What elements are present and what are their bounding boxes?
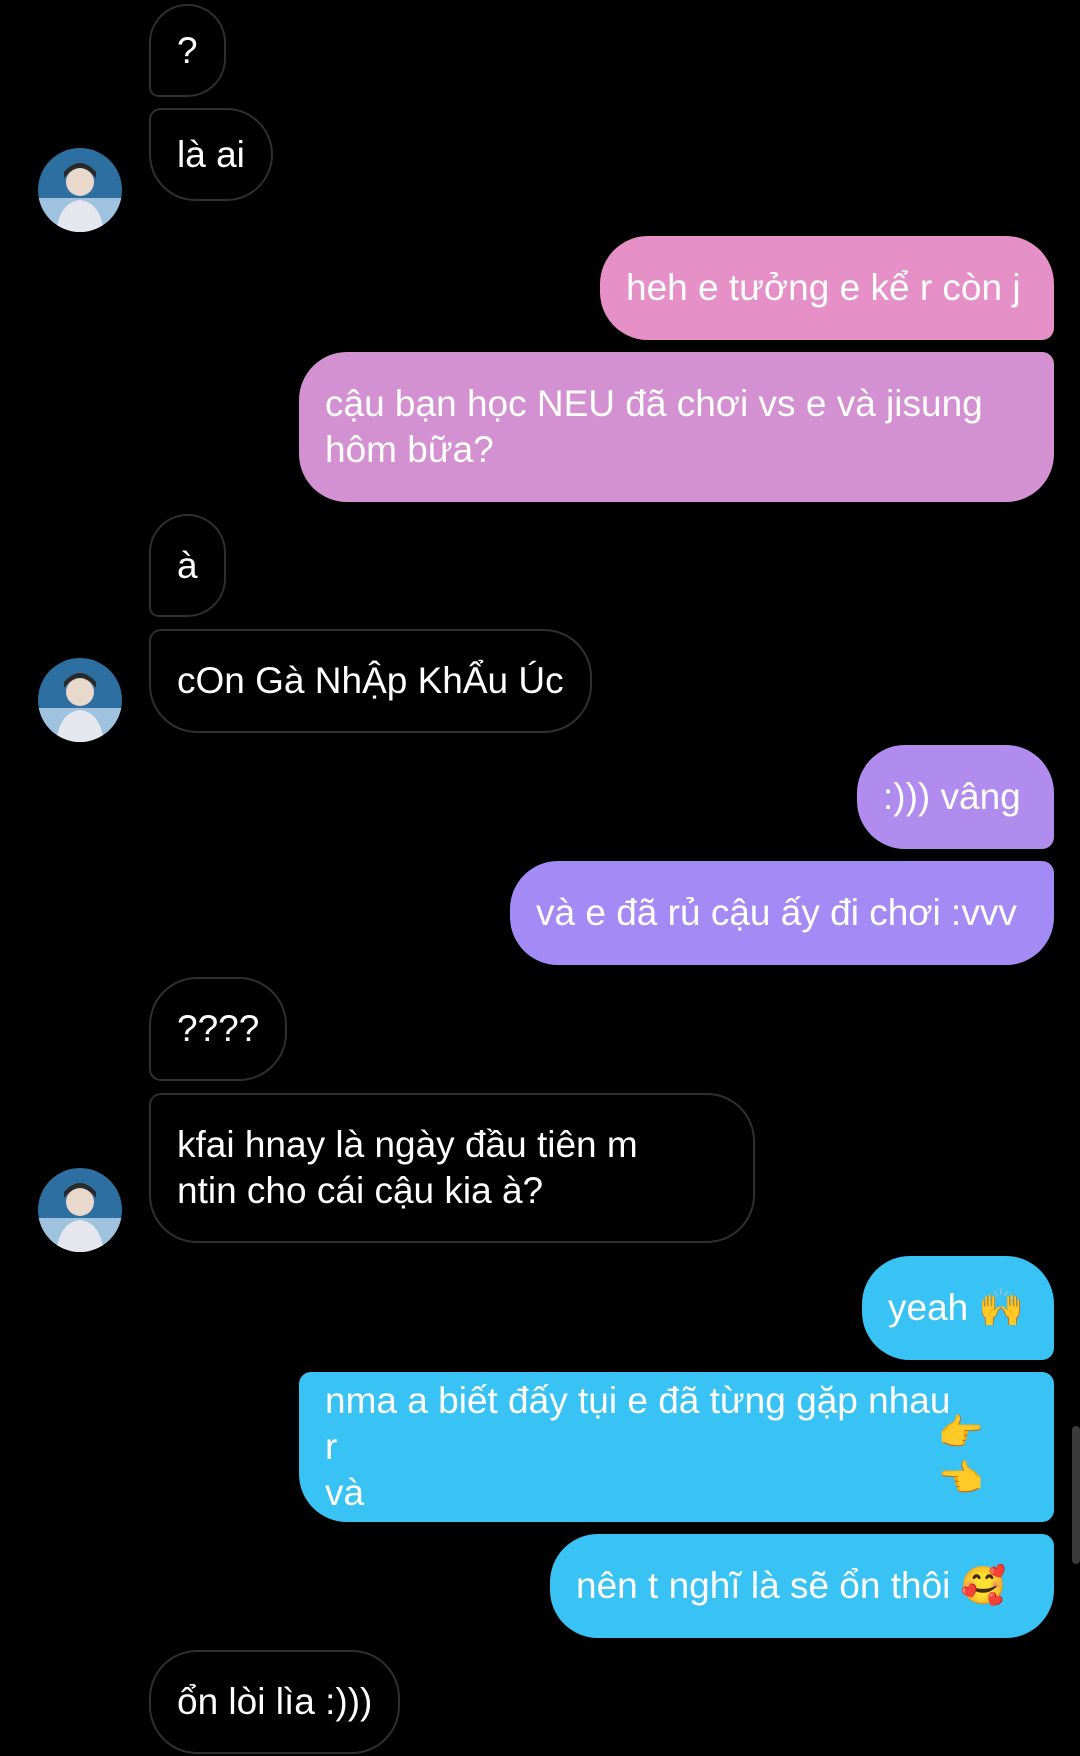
message-text: à (177, 544, 198, 586)
incoming-message[interactable]: à (149, 514, 226, 617)
smiling-face-with-hearts-icon: 🥰 (960, 1564, 1007, 1607)
avatar-photo-icon (38, 1168, 122, 1252)
incoming-message[interactable]: là ai (149, 108, 273, 201)
outgoing-message[interactable]: nên t nghĩ là sẽ ổn thôi 🥰 (550, 1534, 1054, 1638)
incoming-message[interactable]: ???? (149, 977, 288, 1081)
incoming-message[interactable]: cOn Gà NhẬp KhẨu Úc (149, 629, 592, 733)
avatar-photo-icon (38, 658, 122, 742)
outgoing-message[interactable]: và e đã rủ cậu ấy đi chơi :vvv (510, 861, 1054, 965)
incoming-message[interactable]: ổn lòi lìa :))) (149, 1650, 401, 1754)
outgoing-message[interactable]: :))) vâng (857, 745, 1054, 849)
message-text: ổn lòi lìa :))) (177, 1681, 373, 1722)
contact-avatar[interactable] (38, 658, 122, 742)
message-text: yeah (888, 1287, 969, 1328)
contact-avatar[interactable] (38, 1168, 122, 1252)
raising-hands-icon: 🙌 (978, 1286, 1025, 1329)
incoming-message[interactable]: ? (149, 4, 226, 97)
incoming-message[interactable]: kfai hnay là ngày đầu tiên m ntin cho cá… (149, 1093, 755, 1243)
message-text: :))) vâng (883, 776, 1021, 817)
message-text: ???? (177, 1008, 260, 1049)
contact-avatar[interactable] (38, 148, 122, 232)
outgoing-message[interactable]: heh e tưởng e kể r còn j (600, 236, 1054, 340)
message-text: là ai (177, 133, 245, 175)
message-text: heh e tưởng e kể r còn j (626, 267, 1021, 308)
message-text: cậu bạn học NEU đã chơi vs e và jisung h… (325, 383, 983, 470)
avatar-photo-icon (38, 148, 122, 232)
outgoing-message[interactable]: yeah 🙌 (862, 1256, 1054, 1360)
message-text: cOn Gà NhẬp KhẨu Úc (177, 660, 564, 701)
message-text: kfai hnay là ngày đầu tiên m ntin cho cá… (177, 1124, 638, 1211)
scrollbar[interactable] (1072, 1426, 1080, 1564)
outgoing-message[interactable]: nma a biết đấy tụi e đã từng gặp nhau r … (299, 1372, 1054, 1522)
outgoing-message[interactable]: cậu bạn học NEU đã chơi vs e và jisung h… (299, 352, 1054, 502)
message-text: và e đã rủ cậu ấy đi chơi :vvv (536, 892, 1017, 933)
message-text: nma a biết đấy tụi e đã từng gặp nhau r … (325, 1380, 951, 1513)
message-text: ? (177, 29, 198, 71)
message-text: nên t nghĩ là sẽ ổn thôi (576, 1565, 951, 1606)
pointing-fingers-icon: 👉👈 (937, 1411, 984, 1500)
